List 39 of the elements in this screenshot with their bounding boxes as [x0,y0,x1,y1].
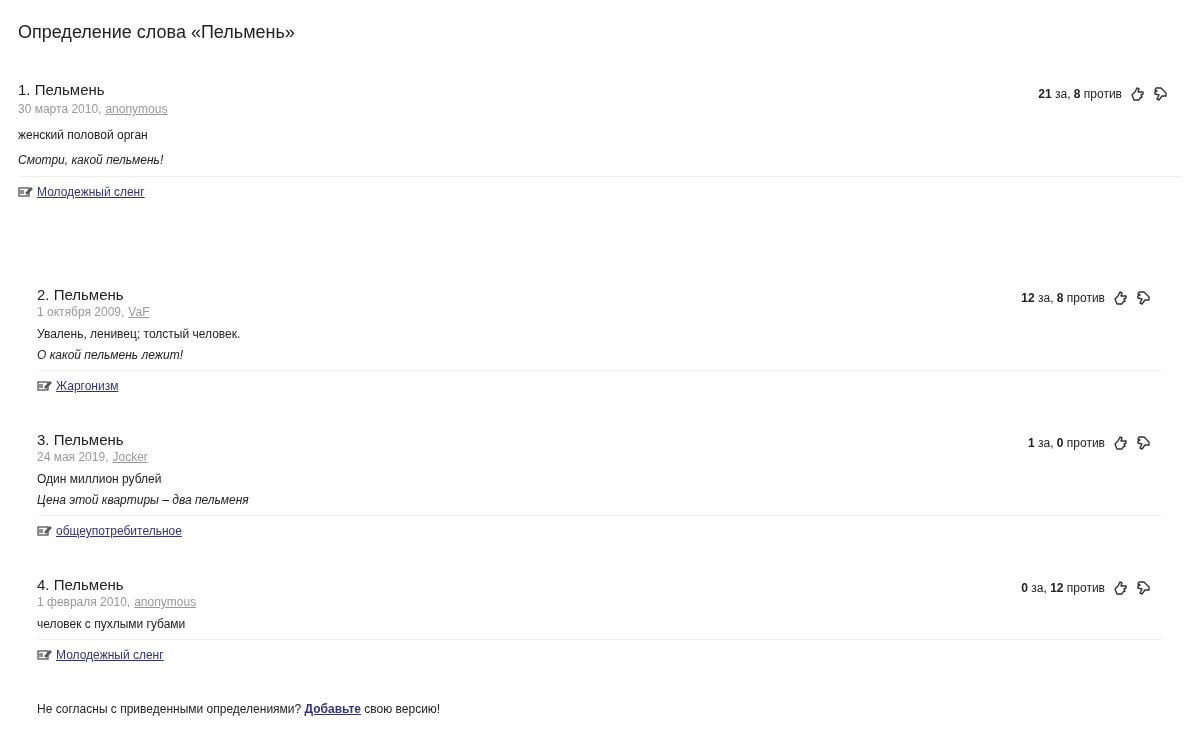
thumbs-down-icon[interactable] [1135,290,1151,306]
definition-text: женский половой орган [18,127,149,143]
definition-text: человек с пухлыми губами [37,616,187,632]
entry-heading: 4. Пельмень [37,576,125,594]
thumbs-up-icon[interactable] [1113,580,1129,596]
category-link[interactable]: общеупотребительное [56,523,182,539]
tag-icon [18,186,33,198]
entry-heading: 1. Пельмень [18,81,106,99]
thumbs-up-icon[interactable] [1113,435,1129,451]
vote-count: 21 за, 8 против [1038,86,1122,103]
thumbs-down-icon[interactable] [1152,86,1168,102]
example-text: Смотри, какой пельмень! [18,152,165,168]
footer-text: Не согласны с приведенными определениями? [37,702,302,716]
page-title: Определение слова «Пельмень» [18,21,295,43]
definition-text: Один миллион рублей [37,471,163,487]
add-link[interactable]: Добавьте [304,702,361,716]
thumbs-up-icon[interactable] [1113,290,1129,306]
thumbs-down-icon[interactable] [1135,435,1151,451]
entry-heading: 2. Пельмень [37,286,125,304]
tag-icon [37,380,52,392]
thumbs-up-icon[interactable] [1130,86,1146,102]
thumbs-down-icon[interactable] [1135,580,1151,596]
vote-count: 1 за, 0 против [1027,435,1105,452]
entry-date: 1 февраля 2010, [37,594,131,610]
vote-count: 0 за, 12 против [1021,580,1105,597]
definition-text: Увалень, ленивец; толстый человек. [37,326,242,342]
tag-icon [37,649,52,661]
vote-count: 12 за, 8 против [1021,290,1105,307]
footer-text: свою версию! [364,702,441,716]
entry-date: 1 октября 2009, [37,304,125,320]
category-link[interactable]: Молодежный сленг [37,184,145,200]
entry-date: 30 марта 2010, [18,101,102,117]
example-text: Цена этой квартиры – два пельменя [37,492,250,508]
category-link[interactable]: Молодежный сленг [56,647,164,663]
category-link[interactable]: Жаргонизм [56,378,119,394]
entry-date: 24 мая 2019, [37,449,109,465]
example-text: О какой пельмень лежит! [37,347,185,363]
entry-heading: 3. Пельмень [37,431,125,449]
tag-icon [37,525,52,537]
